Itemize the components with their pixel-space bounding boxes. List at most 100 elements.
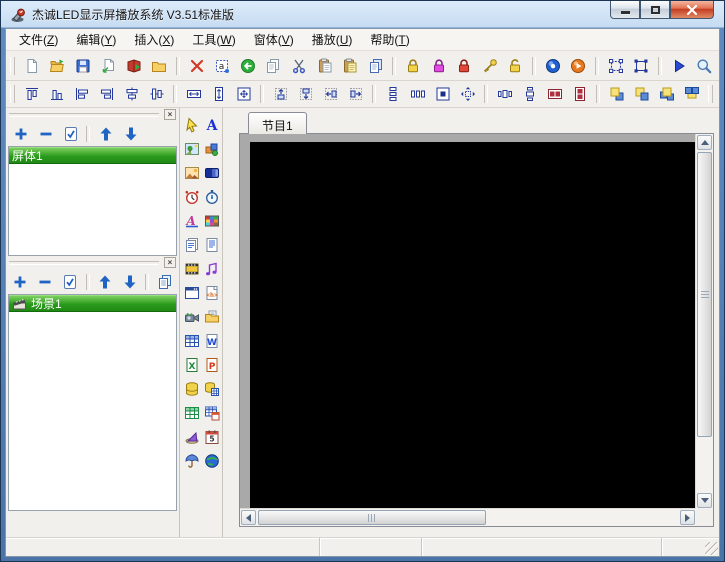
record-sphere-button[interactable] (540, 53, 566, 78)
add-button[interactable] (8, 122, 33, 145)
grow-down-button[interactable] (293, 83, 318, 106)
grow-up-button[interactable] (268, 83, 293, 106)
table-calendar-tool-button[interactable] (201, 401, 223, 425)
text-tool-button[interactable]: A (201, 113, 223, 137)
undo-button[interactable] (235, 53, 261, 78)
document-tool-button[interactable] (201, 233, 223, 257)
weather-tool-button[interactable] (181, 449, 203, 473)
close-button[interactable] (670, 1, 714, 19)
distribute-horizontal-button[interactable] (405, 83, 430, 106)
led-preview-canvas[interactable] (250, 142, 696, 509)
vertical-scrollbar[interactable] (695, 134, 713, 509)
open-folder-button[interactable] (44, 53, 70, 78)
add-button[interactable] (8, 270, 33, 293)
video-tool-button[interactable] (181, 257, 203, 281)
timer-tool-button[interactable] (201, 185, 223, 209)
lock-gold-button[interactable] (400, 53, 426, 78)
picture-tool-button[interactable] (181, 137, 203, 161)
duplicate-button[interactable] (363, 53, 389, 78)
layer-backward-button[interactable] (629, 83, 654, 106)
table-green-tool-button[interactable] (181, 401, 203, 425)
cut-button[interactable] (286, 53, 312, 78)
tab-节目1[interactable]: 节目1 (248, 112, 307, 134)
notice-tool-button[interactable] (181, 233, 203, 257)
grow-right-button[interactable] (343, 83, 368, 106)
music-tool-button[interactable] (201, 257, 223, 281)
center-horizontal-button[interactable] (119, 83, 144, 106)
save-as-button[interactable] (96, 53, 122, 78)
scroll-down-button[interactable] (697, 493, 712, 508)
horizontal-scrollbar[interactable] (240, 508, 696, 526)
menu-item-tools[interactable]: 工具(W) (183, 29, 244, 50)
select-all-button[interactable]: a (210, 53, 236, 78)
art-text-tool-button[interactable]: A (181, 209, 203, 233)
minimize-button[interactable] (610, 1, 640, 19)
save-button[interactable] (70, 53, 96, 78)
center-screen-button[interactable] (430, 83, 455, 106)
delete-button[interactable] (184, 53, 210, 78)
horizontal-scroll-thumb[interactable] (258, 510, 486, 525)
layer-back-button[interactable] (679, 83, 704, 106)
align-bottom-button[interactable] (44, 83, 69, 106)
clock-tool-button[interactable] (181, 185, 203, 209)
remove-button[interactable] (33, 122, 58, 145)
move-down-button[interactable] (118, 122, 143, 145)
space-vertical-button[interactable] (517, 83, 542, 106)
screen-panel-close-icon[interactable]: × (164, 109, 176, 120)
same-height-button[interactable] (206, 83, 231, 106)
publish-button[interactable] (121, 53, 147, 78)
scene-list-item[interactable]: 场景1 (9, 295, 176, 312)
sundial-tool-button[interactable] (181, 425, 203, 449)
calendar-tool-button[interactable]: 5 (201, 425, 223, 449)
new-file-button[interactable] (19, 53, 45, 78)
paste-pages-button[interactable] (337, 53, 363, 78)
center-vertical-button[interactable] (144, 83, 169, 106)
menu-item-help[interactable]: 帮助(T) (361, 29, 418, 50)
scroll-right-button[interactable] (680, 510, 695, 525)
database-grid-tool-button[interactable] (201, 377, 223, 401)
layer-front-button[interactable] (654, 83, 679, 106)
space-horizontal-button[interactable] (492, 83, 517, 106)
check-item-button[interactable] (58, 270, 83, 293)
key-button[interactable] (477, 53, 503, 78)
menu-item-file[interactable]: 文件(Z) (10, 29, 67, 50)
layer-forward-button[interactable] (604, 83, 629, 106)
play-sphere-button[interactable] (565, 53, 591, 78)
frame-handles-button[interactable] (628, 53, 654, 78)
menu-item-window[interactable]: 窗体(V) (245, 29, 303, 50)
same-size-button[interactable] (231, 83, 256, 106)
frame-select-button[interactable] (603, 53, 629, 78)
move-up-button[interactable] (93, 270, 118, 293)
scroll-left-button[interactable] (241, 510, 256, 525)
tile-vertical-button[interactable] (567, 83, 592, 106)
copy-item-button[interactable] (152, 270, 177, 293)
folder-button[interactable] (147, 53, 173, 78)
gradient-area-tool-button[interactable] (201, 161, 223, 185)
capture-tool-button[interactable] (181, 305, 203, 329)
align-right-button[interactable] (94, 83, 119, 106)
resize-grip[interactable] (705, 542, 718, 555)
select-cursor-tool-button[interactable] (181, 113, 203, 137)
maximize-button[interactable] (640, 1, 670, 19)
powerpoint-tool-button[interactable]: P (201, 353, 223, 377)
scroll-up-button[interactable] (697, 135, 712, 150)
menu-item-edit[interactable]: 编辑(Y) (67, 29, 125, 50)
tile-horizontal-button[interactable] (542, 83, 567, 106)
table-tool-button[interactable] (181, 329, 203, 353)
lock-red-button[interactable] (451, 53, 477, 78)
html-tool-button[interactable]: <h> (201, 281, 223, 305)
move-up-button[interactable] (93, 122, 118, 145)
same-width-button[interactable] (181, 83, 206, 106)
excel-tool-button[interactable]: X (181, 353, 203, 377)
remove-button[interactable] (33, 270, 58, 293)
database-tool-button[interactable] (181, 377, 203, 401)
play-preview-button[interactable] (666, 53, 692, 78)
menu-item-play[interactable]: 播放(U) (303, 29, 362, 50)
window-area-tool-button[interactable] (181, 281, 203, 305)
menu-item-insert[interactable]: 插入(X) (125, 29, 183, 50)
zoom-find-button[interactable] (691, 53, 717, 78)
titlebar[interactable]: 杰诚LED显示屏播放系统 V3.51标准版 (1, 1, 724, 28)
color-grid-tool-button[interactable] (201, 209, 223, 233)
grow-left-button[interactable] (318, 83, 343, 106)
lock-magenta-button[interactable] (426, 53, 452, 78)
